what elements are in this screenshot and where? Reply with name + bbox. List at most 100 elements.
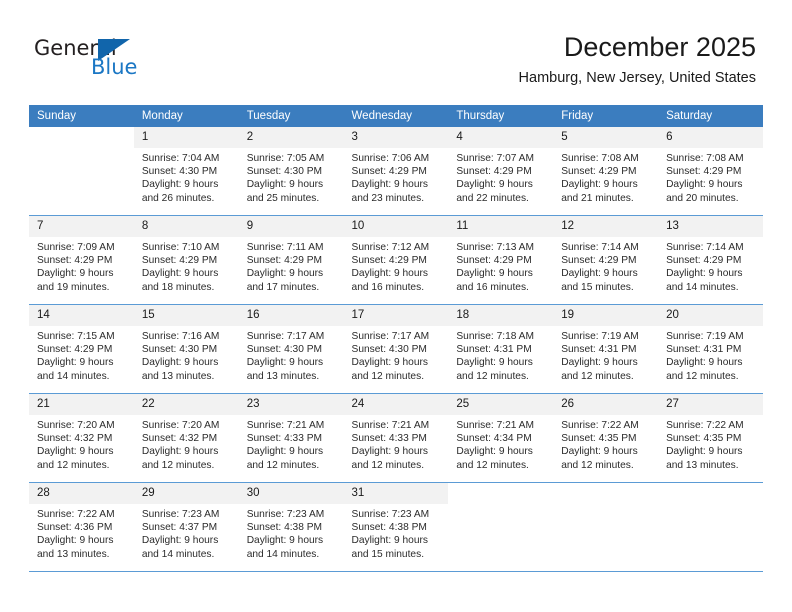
calendar-detail-line: Sunset: 4:29 PM [666,255,742,267]
calendar-day-details: Sunrise: 7:22 AM Sunset: 4:36 PM Daylight:… [29,504,134,561]
calendar-day-cell[interactable]: 11 Sunrise: 7:13 AM Sunset: 4:29 PM Dayligh… [448,215,554,305]
calendar-day-cell[interactable]: 24 Sunrise: 7:21 AM Sunset: 4:33 PM Dayligh… [343,393,449,483]
calendar-day-details: Sunrise: 7:21 AM Sunset: 4:34 PM Daylight:… [448,415,553,472]
calendar-day-cell[interactable]: 17 Sunrise: 7:17 AM Sunset: 4:30 PM Dayligh… [343,304,449,394]
calendar-day-details: Sunrise: 7:11 AM Sunset: 4:29 PM Daylight:… [239,237,344,294]
calendar-cell-inner: 15 Sunrise: 7:16 AM Sunset: 4:30 PM Dayligh… [133,305,239,393]
title-block: December 2025 Hamburg, New Jersey, Unite… [519,30,756,87]
calendar-detail-line: Sunrise: 7:20 AM [37,420,115,431]
calendar-day-cell[interactable]: 9 Sunrise: 7:11 AM Sunset: 4:29 PM Daylight… [238,215,344,305]
calendar-day-number: 11 [448,216,554,237]
calendar-detail-line: Sunset: 4:35 PM [666,433,742,445]
calendar-table: Sunday Monday Tuesday Wednesday Thursday… [29,105,763,572]
calendar-day-cell[interactable]: 12 Sunrise: 7:14 AM Sunset: 4:29 PM Dayligh… [553,215,659,305]
calendar-detail-line: Sunset: 4:29 PM [561,255,637,267]
calendar-detail-line: Sunrise: 7:09 AM [37,242,115,253]
calendar-day-cell[interactable]: 23 Sunrise: 7:21 AM Sunset: 4:33 PM Dayligh… [238,393,344,483]
calendar-cell-inner: 9 Sunrise: 7:11 AM Sunset: 4:29 PM Daylight… [238,216,344,304]
calendar-day-cell[interactable]: 30 Sunrise: 7:23 AM Sunset: 4:38 PM Dayligh… [238,482,344,572]
calendar-day-number: 19 [553,305,659,326]
calendar-day-details: Sunrise: 7:20 AM Sunset: 4:32 PM Daylight:… [29,415,134,472]
calendar-day-details: Sunrise: 7:22 AM Sunset: 4:35 PM Daylight:… [658,415,763,472]
calendar-day-details: Sunrise: 7:15 AM Sunset: 4:29 PM Daylight:… [29,326,134,383]
calendar-detail-line: Sunset: 4:29 PM [37,255,113,267]
calendar-detail-line: Daylight: 9 hours [351,535,428,547]
calendar-detail-line: and 21 minutes. [561,192,634,204]
brand-logo[interactable]: General Blue [34,36,164,82]
calendar-detail-line: Sunrise: 7:19 AM [666,331,744,342]
calendar-cell-inner: 29 Sunrise: 7:23 AM Sunset: 4:37 PM Dayligh… [133,483,239,571]
calendar-day-cell[interactable]: 13 Sunrise: 7:14 AM Sunset: 4:29 PM Dayligh… [658,215,763,305]
calendar-day-details: Sunrise: 7:21 AM Sunset: 4:33 PM Daylight:… [239,415,344,472]
calendar-cell-inner: 18 Sunrise: 7:18 AM Sunset: 4:31 PM Dayligh… [448,305,554,393]
calendar-detail-line: and 12 minutes. [561,459,634,471]
calendar-day-cell[interactable]: 31 Sunrise: 7:23 AM Sunset: 4:38 PM Dayligh… [343,482,449,572]
calendar-day-number [29,127,134,148]
calendar-day-number: 2 [238,127,344,148]
calendar-detail-line: Daylight: 9 hours [37,535,114,547]
calendar-day-number: 6 [658,127,763,148]
calendar-day-cell[interactable]: 18 Sunrise: 7:18 AM Sunset: 4:31 PM Dayligh… [448,304,554,394]
calendar-day-cell[interactable]: 25 Sunrise: 7:21 AM Sunset: 4:34 PM Dayligh… [448,393,554,483]
calendar-detail-line: Sunset: 4:29 PM [456,255,532,267]
calendar-detail-line: Sunrise: 7:21 AM [351,420,430,431]
calendar-week-row: 14 Sunrise: 7:15 AM Sunset: 4:29 PM Dayligh… [29,304,763,394]
calendar-day-details: Sunrise: 7:19 AM Sunset: 4:31 PM Daylight:… [553,326,658,383]
calendar-day-cell[interactable]: 15 Sunrise: 7:16 AM Sunset: 4:30 PM Dayligh… [133,304,239,394]
calendar-detail-line: Daylight: 9 hours [246,357,324,369]
calendar-day-details: Sunrise: 7:08 AM Sunset: 4:29 PM Daylight:… [658,148,763,205]
calendar-day-details: Sunrise: 7:10 AM Sunset: 4:29 PM Daylight:… [134,237,239,294]
calendar-day-details: Sunrise: 7:04 AM Sunset: 4:30 PM Daylight:… [134,148,239,205]
calendar-detail-line: Sunrise: 7:22 AM [37,509,115,520]
calendar-detail-line: Sunrise: 7:19 AM [561,331,639,342]
calendar-detail-line: and 15 minutes. [561,281,634,293]
calendar-day-number: 20 [658,305,763,326]
calendar-day-cell[interactable]: 3 Sunrise: 7:06 AM Sunset: 4:29 PM Daylight… [343,127,449,216]
calendar-detail-line: Sunrise: 7:14 AM [561,242,639,253]
calendar-day-cell[interactable]: 21 Sunrise: 7:20 AM Sunset: 4:32 PM Dayligh… [29,393,134,483]
calendar-detail-line: Sunrise: 7:18 AM [456,331,534,342]
calendar-detail-line: Sunset: 4:30 PM [246,166,323,178]
calendar-cell-inner: 3 Sunrise: 7:06 AM Sunset: 4:29 PM Daylight… [343,127,449,215]
calendar-day-cell[interactable]: 16 Sunrise: 7:17 AM Sunset: 4:30 PM Dayligh… [238,304,344,394]
calendar-day-cell[interactable]: 22 Sunrise: 7:20 AM Sunset: 4:32 PM Dayligh… [133,393,239,483]
calendar-day-cell[interactable]: 14 Sunrise: 7:15 AM Sunset: 4:29 PM Dayligh… [29,304,134,394]
calendar-day-details: Sunrise: 7:16 AM Sunset: 4:30 PM Daylight:… [134,326,239,383]
calendar-cell-inner: 10 Sunrise: 7:12 AM Sunset: 4:29 PM Dayligh… [343,216,449,304]
calendar-day-cell[interactable]: 6 Sunrise: 7:08 AM Sunset: 4:29 PM Daylight… [658,127,763,216]
calendar-detail-line: and 19 minutes. [37,281,110,293]
calendar-day-cell[interactable]: 7 Sunrise: 7:09 AM Sunset: 4:29 PM Daylight… [29,215,134,305]
calendar-detail-line: and 12 minutes. [666,370,739,382]
calendar-day-cell[interactable]: 29 Sunrise: 7:23 AM Sunset: 4:37 PM Dayligh… [133,482,239,572]
calendar-detail-line: Sunrise: 7:22 AM [561,420,639,431]
calendar-day-cell[interactable]: 20 Sunrise: 7:19 AM Sunset: 4:31 PM Dayligh… [658,304,763,394]
calendar-day-number: 31 [343,483,449,504]
calendar-day-details: Sunrise: 7:05 AM Sunset: 4:30 PM Daylight:… [239,148,344,205]
calendar-detail-line: and 12 minutes. [456,459,529,471]
weekday-header-monday: Monday [133,105,239,127]
calendar-day-cell[interactable]: 1 Sunrise: 7:04 AM Sunset: 4:30 PM Daylight… [133,127,239,216]
calendar-day-cell[interactable]: 26 Sunrise: 7:22 AM Sunset: 4:35 PM Dayligh… [553,393,659,483]
calendar-cell-inner: 22 Sunrise: 7:20 AM Sunset: 4:32 PM Dayligh… [133,394,239,482]
calendar-cell-inner: 20 Sunrise: 7:19 AM Sunset: 4:31 PM Dayligh… [658,305,763,393]
calendar-day-cell[interactable]: 5 Sunrise: 7:08 AM Sunset: 4:29 PM Daylight… [553,127,659,216]
calendar-cell-inner: 25 Sunrise: 7:21 AM Sunset: 4:34 PM Dayligh… [448,394,554,482]
calendar-day-cell[interactable]: 10 Sunrise: 7:12 AM Sunset: 4:29 PM Dayligh… [343,215,449,305]
calendar-day-cell[interactable]: 27 Sunrise: 7:22 AM Sunset: 4:35 PM Dayligh… [658,393,763,483]
calendar-detail-line: Sunrise: 7:07 AM [456,153,534,164]
calendar-day-cell[interactable]: 2 Sunrise: 7:05 AM Sunset: 4:30 PM Daylight… [238,127,344,216]
calendar-detail-line: Daylight: 9 hours [666,357,743,369]
calendar-cell-inner [658,483,763,571]
calendar-day-number: 10 [343,216,449,237]
calendar-day-cell[interactable]: 8 Sunrise: 7:10 AM Sunset: 4:29 PM Daylight… [133,215,239,305]
calendar-detail-line: Sunset: 4:35 PM [561,433,637,445]
calendar-detail-line: Sunset: 4:31 PM [666,344,742,356]
calendar-detail-line: Sunset: 4:29 PM [246,255,323,267]
calendar-day-number: 8 [133,216,239,237]
calendar-detail-line: Sunset: 4:29 PM [351,166,427,178]
calendar-day-cell[interactable]: 4 Sunrise: 7:07 AM Sunset: 4:29 PM Daylight… [448,127,554,216]
calendar-day-cell[interactable]: 28 Sunrise: 7:22 AM Sunset: 4:36 PM Dayligh… [29,482,134,572]
calendar-day-cell[interactable]: 19 Sunrise: 7:19 AM Sunset: 4:31 PM Dayligh… [553,304,659,394]
calendar-day-number: 28 [29,483,134,504]
calendar-cell-inner: 5 Sunrise: 7:08 AM Sunset: 4:29 PM Daylight… [553,127,659,215]
